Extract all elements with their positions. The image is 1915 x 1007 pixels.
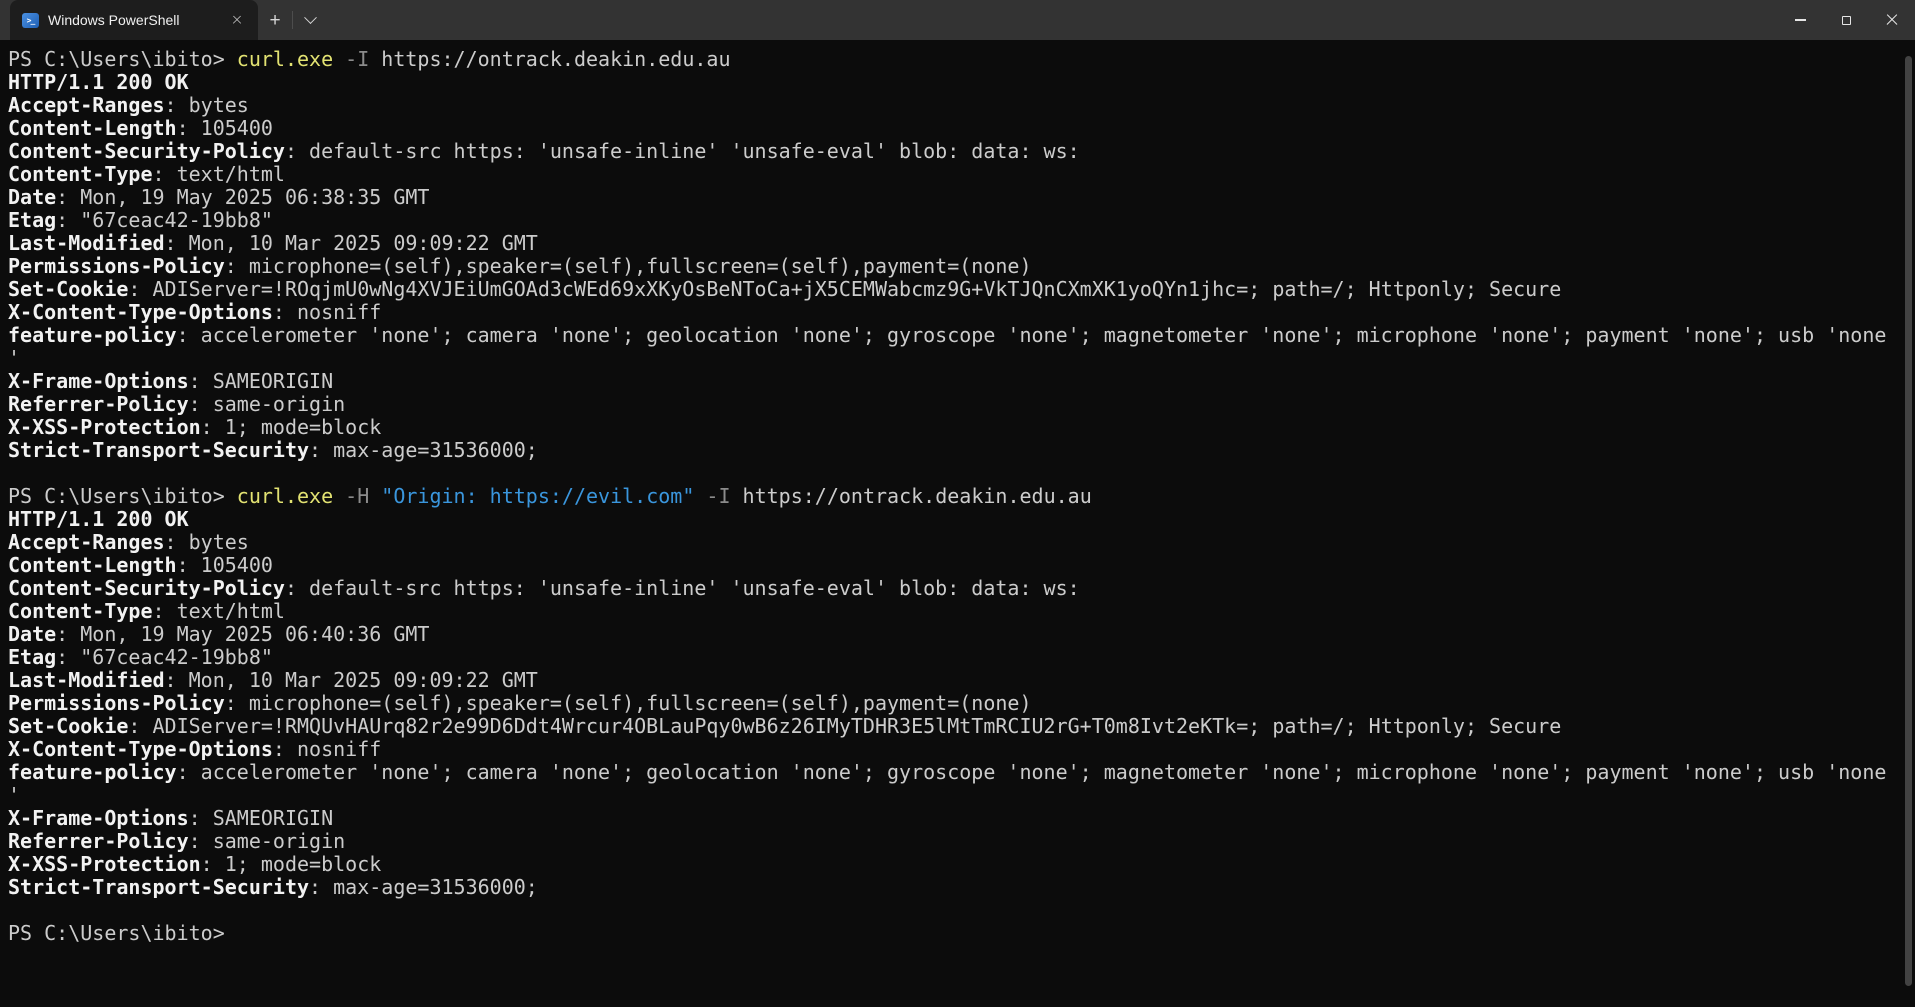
terminal-line: Last-Modified: Mon, 10 Mar 2025 09:09:22… bbox=[8, 232, 1897, 255]
tab-close-button[interactable] bbox=[226, 9, 248, 31]
terminal-line: Referrer-Policy: same-origin bbox=[8, 393, 1897, 416]
terminal-line: Content-Security-Policy: default-src htt… bbox=[8, 577, 1897, 600]
terminal-line: Permissions-Policy: microphone=(self),sp… bbox=[8, 255, 1897, 278]
terminal-line bbox=[8, 899, 1897, 922]
close-icon bbox=[233, 16, 242, 25]
terminal-line: PS C:\Users\ibito> bbox=[8, 922, 1897, 945]
tab-windows-powershell[interactable]: >_ Windows PowerShell bbox=[10, 0, 258, 40]
terminal-line: X-Content-Type-Options: nosniff bbox=[8, 738, 1897, 761]
terminal-line: Accept-Ranges: bytes bbox=[8, 531, 1897, 554]
terminal-line: ' bbox=[8, 784, 1897, 807]
minimize-icon bbox=[1795, 19, 1806, 21]
terminal-line: Content-Length: 105400 bbox=[8, 554, 1897, 577]
terminal-line: Date: Mon, 19 May 2025 06:40:36 GMT bbox=[8, 623, 1897, 646]
maximize-button[interactable] bbox=[1823, 0, 1869, 40]
terminal-line: Last-Modified: Mon, 10 Mar 2025 09:09:22… bbox=[8, 669, 1897, 692]
powershell-icon: >_ bbox=[22, 13, 39, 28]
terminal-line: X-XSS-Protection: 1; mode=block bbox=[8, 853, 1897, 876]
terminal-line: Content-Security-Policy: default-src htt… bbox=[8, 140, 1897, 163]
window-titlebar: >_ Windows PowerShell + bbox=[0, 0, 1915, 40]
terminal-line: Accept-Ranges: bytes bbox=[8, 94, 1897, 117]
terminal-line: X-Frame-Options: SAMEORIGIN bbox=[8, 807, 1897, 830]
scrollbar[interactable] bbox=[1901, 44, 1915, 1007]
terminal-line: HTTP/1.1 200 OK bbox=[8, 508, 1897, 531]
close-button[interactable] bbox=[1869, 0, 1915, 40]
plus-icon: + bbox=[269, 11, 280, 30]
terminal-line: Content-Type: text/html bbox=[8, 163, 1897, 186]
terminal-line: Referrer-Policy: same-origin bbox=[8, 830, 1897, 853]
terminal-line: Etag: "67ceac42-19bb8" bbox=[8, 646, 1897, 669]
terminal-line: Etag: "67ceac42-19bb8" bbox=[8, 209, 1897, 232]
new-tab-button[interactable]: + bbox=[258, 0, 292, 40]
terminal-line: HTTP/1.1 200 OK bbox=[8, 71, 1897, 94]
terminal-line: Content-Type: text/html bbox=[8, 600, 1897, 623]
tab-title: Windows PowerShell bbox=[48, 12, 226, 28]
chevron-down-icon bbox=[304, 11, 317, 24]
terminal-line: Date: Mon, 19 May 2025 06:38:35 GMT bbox=[8, 186, 1897, 209]
close-icon bbox=[1886, 14, 1898, 26]
terminal-line: Permissions-Policy: microphone=(self),sp… bbox=[8, 692, 1897, 715]
restore-icon bbox=[1842, 16, 1851, 25]
terminal-line: feature-policy: accelerometer 'none'; ca… bbox=[8, 324, 1897, 347]
terminal-line: Set-Cookie: ADIServer=!ROqjmU0wNg4XVJEiU… bbox=[8, 278, 1897, 301]
tab-dropdown-button[interactable] bbox=[293, 0, 327, 40]
terminal-line: feature-policy: accelerometer 'none'; ca… bbox=[8, 761, 1897, 784]
terminal-line: X-XSS-Protection: 1; mode=block bbox=[8, 416, 1897, 439]
scrollbar-thumb[interactable] bbox=[1905, 56, 1912, 986]
terminal-line: Strict-Transport-Security: max-age=31536… bbox=[8, 876, 1897, 899]
terminal-line: Strict-Transport-Security: max-age=31536… bbox=[8, 439, 1897, 462]
terminal-line: Content-Length: 105400 bbox=[8, 117, 1897, 140]
terminal-line: Set-Cookie: ADIServer=!RMQUvHAUrq82r2e99… bbox=[8, 715, 1897, 738]
terminal-line: X-Frame-Options: SAMEORIGIN bbox=[8, 370, 1897, 393]
terminal-line bbox=[8, 462, 1897, 485]
terminal-line: X-Content-Type-Options: nosniff bbox=[8, 301, 1897, 324]
minimize-button[interactable] bbox=[1777, 0, 1823, 40]
titlebar-drag-area bbox=[327, 0, 1777, 40]
terminal-line: PS C:\Users\ibito> curl.exe -H "Origin: … bbox=[8, 485, 1897, 508]
terminal-output[interactable]: PS C:\Users\ibito> curl.exe -I https://o… bbox=[0, 40, 1915, 1007]
terminal-line: PS C:\Users\ibito> curl.exe -I https://o… bbox=[8, 48, 1897, 71]
terminal-line: ' bbox=[8, 347, 1897, 370]
